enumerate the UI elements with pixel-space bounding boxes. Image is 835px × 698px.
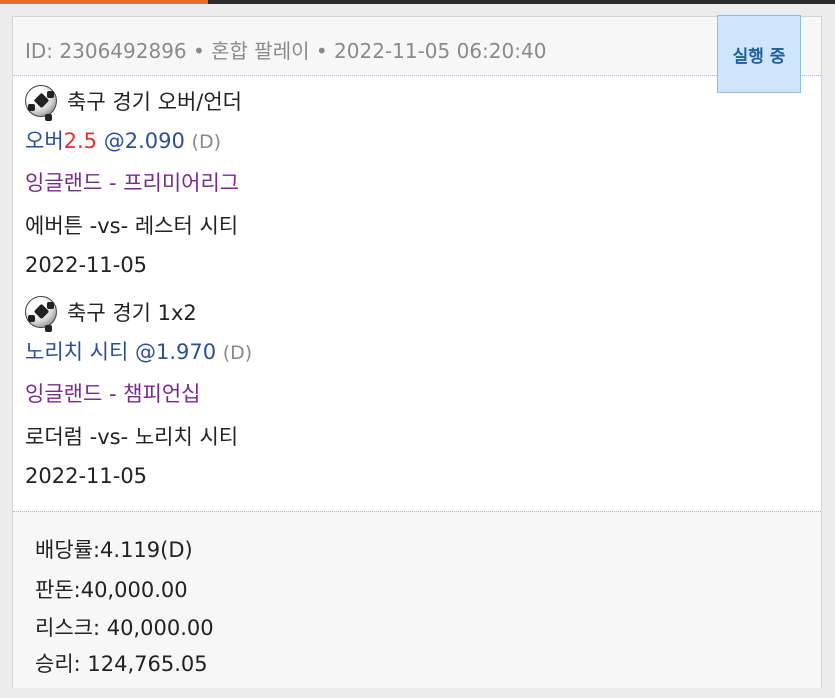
soccer-ball-icon: [25, 296, 57, 328]
bet-id-line: ID: 2306492896 • 혼합 팔레이 • 2022-11-05 06:…: [25, 39, 547, 63]
pick-line: 2.5: [63, 129, 98, 153]
market-label: 축구 경기 오버/언더: [67, 90, 242, 114]
pick-odds: @2.090: [97, 129, 185, 153]
odds-format: (D): [191, 131, 221, 153]
match-label: 로더럼 -vs- 노리치 시티: [25, 425, 239, 449]
market-label: 축구 경기 1x2: [67, 301, 197, 325]
top-bar: [0, 0, 835, 4]
bet-slip-card: ID: 2306492896 • 혼합 팔레이 • 2022-11-05 06:…: [12, 15, 822, 688]
risk-amount: 리스크: 40,000.00: [35, 616, 214, 640]
pick-label: 오버: [25, 129, 64, 153]
match-label: 에버튼 -vs- 레스터 시티: [25, 214, 239, 238]
bet-summary: 배당률:4.119(D) 판돈:40,000.00 리스크: 40,000.00…: [13, 511, 821, 688]
league-label: 잉글랜드 - 프리미어리그: [25, 171, 240, 195]
total-odds: 배당률:4.119(D): [35, 538, 193, 562]
stake-amount: 판돈:40,000.00: [35, 578, 188, 602]
pick-odds: @1.970: [128, 340, 217, 364]
pick-row: 노리치 시티 @1.970 (D): [25, 336, 252, 366]
match-date: 2022-11-05: [25, 253, 148, 277]
active-tab-indicator: [0, 0, 208, 4]
pick-row: 오버2.5 @2.090 (D): [25, 125, 221, 155]
pick-label: 노리치 시티: [25, 340, 129, 364]
status-badge[interactable]: 실행 중: [717, 15, 801, 93]
win-amount: 승리: 124,765.05: [35, 652, 208, 676]
market-row: 축구 경기 1x2: [25, 294, 197, 330]
match-date: 2022-11-05: [25, 464, 148, 488]
league-label: 잉글랜드 - 챔피언십: [25, 382, 201, 406]
bet-header: ID: 2306492896 • 혼합 팔레이 • 2022-11-05 06:…: [13, 17, 821, 76]
market-row: 축구 경기 오버/언더: [25, 83, 242, 119]
soccer-ball-icon: [25, 85, 57, 117]
odds-format: (D): [222, 342, 253, 364]
